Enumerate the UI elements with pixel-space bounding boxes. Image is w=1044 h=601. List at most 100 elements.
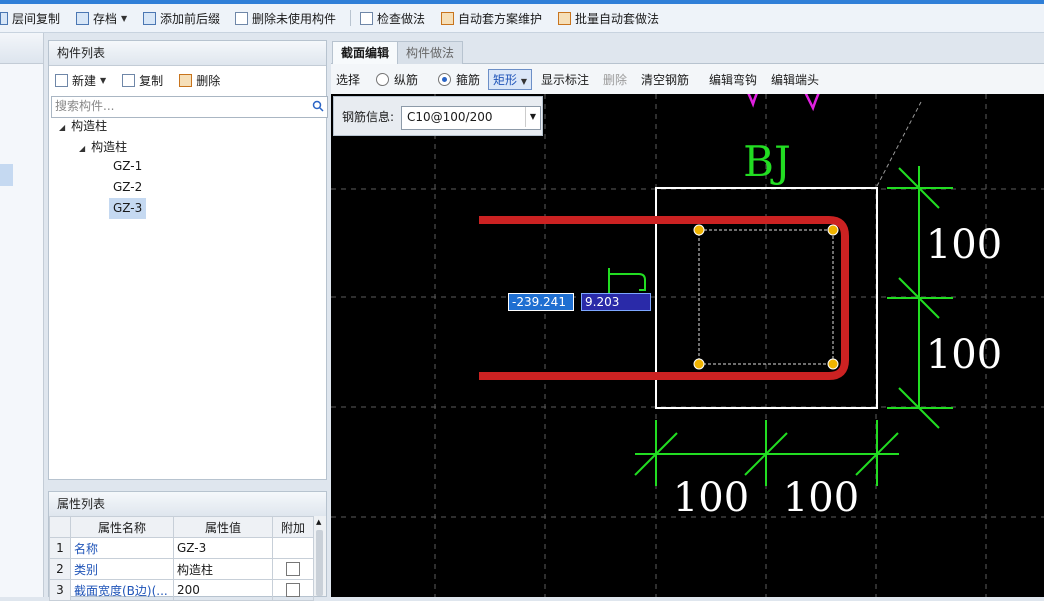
header-extra: 附加: [272, 516, 314, 538]
property-name: 类别: [70, 558, 174, 580]
coord-y-input[interactable]: 9.203: [581, 293, 651, 311]
table-row[interactable]: 3 截面宽度(B边)(... 200: [49, 579, 314, 601]
tree-item-label: GZ-1: [113, 159, 143, 173]
edit-end-label: 编辑端头: [771, 72, 820, 87]
row-number: 1: [49, 537, 71, 559]
rebar-point[interactable]: [693, 224, 705, 236]
tree-item-gz2[interactable]: GZ-2: [113, 180, 142, 194]
table-row[interactable]: 2 类别 构造柱: [49, 558, 314, 580]
radio-stirrup-label: 箍筋: [456, 72, 481, 87]
property-name: 名称: [70, 537, 174, 559]
clear-rebar-button[interactable]: 清空钢筋: [641, 64, 689, 94]
coord-x-input[interactable]: -239.241: [508, 293, 574, 311]
rebar-point[interactable]: [693, 358, 705, 370]
property-name: 截面宽度(B边)(...: [70, 579, 174, 601]
tree-root[interactable]: ◢ 构造柱: [59, 117, 107, 134]
copy-label: 复制: [139, 73, 164, 88]
list-icon: [235, 11, 248, 25]
batch-auto-button[interactable]: 批量自动套做法: [558, 4, 659, 32]
collapse-triangle-icon[interactable]: ◢: [79, 144, 85, 153]
property-extra: [272, 579, 314, 601]
rebar-info-select[interactable]: C10@100/200 ▼: [401, 106, 541, 130]
tab-section-edit[interactable]: 截面编辑: [332, 41, 399, 65]
tree-child-label: 构造柱: [91, 140, 128, 154]
property-value[interactable]: 构造柱: [173, 558, 273, 580]
section-name-label: BJ: [743, 137, 791, 186]
shape-dropdown[interactable]: 矩形 ▼: [488, 64, 532, 94]
rebar-info-value: C10@100/200: [407, 110, 493, 124]
property-list-panel: 属性列表 属性名称 属性值 附加 1 名称 GZ-3 2 类别 构造柱 3 截面…: [48, 491, 327, 601]
extra-checkbox[interactable]: [286, 562, 300, 577]
clear-rebar-label: 清空钢筋: [641, 72, 690, 87]
extra-checkbox[interactable]: [286, 583, 300, 598]
property-table: 属性名称 属性值 附加 1 名称 GZ-3 2 类别 构造柱 3 截面宽度(B边…: [49, 516, 314, 601]
tree-item-label: GZ-3: [113, 201, 143, 215]
new-button[interactable]: 新建 ▼: [55, 72, 106, 89]
tab-component-method[interactable]: 构件做法: [397, 41, 464, 65]
radio-icon: [376, 72, 389, 86]
left-strip-selected-item[interactable]: [0, 164, 13, 186]
component-search-input[interactable]: 搜索构件...: [51, 96, 328, 118]
copy-button[interactable]: 复制: [122, 72, 163, 89]
component-list-panel: 构件列表 新建 ▼ 复制 删除 搜索构件... ◢ 构造柱 ◢ 构造柱 GZ-1: [48, 40, 328, 480]
search-placeholder: 搜索构件...: [55, 99, 115, 113]
show-annotation-button[interactable]: 显示标注: [541, 64, 589, 94]
select-label: 选择: [336, 72, 361, 87]
header-name: 属性名称: [70, 516, 174, 538]
check-method-label: 检查做法: [377, 11, 426, 26]
auto-scheme-button[interactable]: 自动套方案维护: [441, 4, 542, 32]
section-drawing: BJ 100 100 100 100: [331, 94, 1044, 597]
property-extra: [272, 537, 314, 559]
chevron-down-icon: ▼: [100, 75, 107, 85]
table-row[interactable]: 1 名称 GZ-3: [49, 537, 314, 559]
floor-copy-button[interactable]: 层间复制: [0, 4, 60, 32]
edit-end-button[interactable]: 编辑端头: [771, 64, 819, 94]
dim-right-top: 100: [926, 222, 1002, 268]
new-file-icon: [55, 73, 68, 87]
check-method-button[interactable]: 检查做法: [360, 4, 425, 32]
chevron-down-icon[interactable]: ▼: [525, 107, 540, 127]
tree-item-gz1[interactable]: GZ-1: [113, 159, 142, 173]
component-list-title: 构件列表: [49, 41, 326, 66]
property-scrollbar[interactable]: ▲: [313, 516, 326, 596]
chevron-down-icon: ▼: [520, 76, 527, 86]
tree-child[interactable]: ◢ 构造柱: [79, 138, 127, 155]
rebar-info-panel: 钢筋信息: C10@100/200 ▼: [333, 96, 543, 136]
radio-stirrup[interactable]: 箍筋: [438, 64, 480, 94]
delete-rebar-button[interactable]: 删除: [603, 64, 627, 94]
floor-copy-label: 层间复制: [12, 11, 61, 26]
stirrup-cursor-marker: [609, 273, 646, 291]
check-mark-icon: [747, 94, 758, 108]
radio-longitudinal[interactable]: 纵筋: [376, 64, 418, 94]
right-dimension: [887, 166, 953, 429]
archive-button[interactable]: 存档 ▼: [76, 4, 127, 32]
collapse-triangle-icon[interactable]: ◢: [59, 123, 65, 132]
rebar-point[interactable]: [827, 224, 839, 236]
section-edit-toolbar: 选择 纵筋 箍筋 矩形 ▼ 显示标注 删除 清空钢筋 编辑弯钩 编辑端头: [331, 64, 1044, 94]
tree-item-label: GZ-2: [113, 180, 143, 194]
scroll-up-icon[interactable]: ▲: [316, 518, 321, 526]
batch-icon: [558, 11, 571, 25]
radio-longitudinal-label: 纵筋: [394, 72, 419, 87]
chevron-down-icon: ▼: [121, 13, 128, 23]
tree-root-label: 构造柱: [71, 119, 108, 133]
delete-button[interactable]: 删除: [179, 72, 220, 89]
rebar-point[interactable]: [827, 358, 839, 370]
search-icon[interactable]: [312, 100, 324, 112]
batch-auto-label: 批量自动套做法: [575, 11, 660, 26]
delete-unused-label: 删除未使用构件: [252, 11, 337, 26]
dim-bottom-right: 100: [783, 475, 859, 521]
add-prefix-suffix-button[interactable]: 添加前后缀: [143, 4, 220, 32]
scroll-thumb[interactable]: [316, 530, 323, 596]
property-value[interactable]: 200: [173, 579, 273, 601]
check-mark-icon: [804, 94, 820, 112]
tree-item-gz3-selected[interactable]: GZ-3: [109, 198, 147, 219]
archive-label: 存档: [93, 11, 118, 26]
select-button[interactable]: 选择: [336, 64, 360, 94]
edit-hook-button[interactable]: 编辑弯钩: [709, 64, 757, 94]
property-value[interactable]: GZ-3: [173, 537, 273, 559]
check-doc-icon: [360, 11, 373, 25]
delete-unused-button[interactable]: 删除未使用构件: [235, 4, 336, 32]
section-canvas[interactable]: BJ 100 100 100 100 -239.241 9.203 钢筋信息: …: [331, 94, 1044, 597]
delete-rebar-label: 删除: [603, 72, 628, 87]
